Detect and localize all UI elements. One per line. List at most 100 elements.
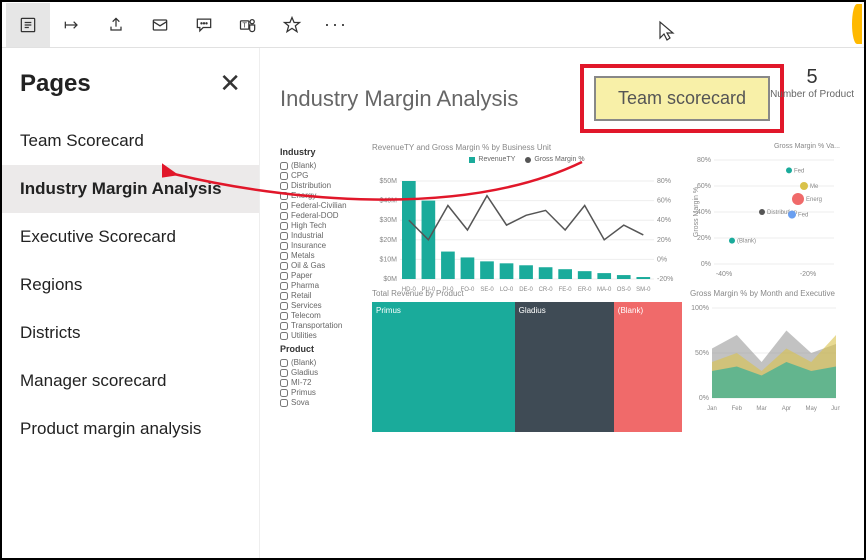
svg-text:-20%: -20% xyxy=(657,276,673,283)
page-item-regions[interactable]: Regions xyxy=(2,261,259,309)
svg-text:80%: 80% xyxy=(697,157,711,164)
filter-checkbox[interactable]: Paper xyxy=(280,271,364,280)
filter-group-industry-title: Industry xyxy=(280,147,364,157)
page-item-executive-scorecard[interactable]: Executive Scorecard xyxy=(2,213,259,261)
kpi-value: 5 xyxy=(770,66,854,89)
svg-text:SM-0: SM-0 xyxy=(636,287,651,293)
svg-text:HD-0: HD-0 xyxy=(402,287,417,293)
team-scorecard-button[interactable]: Team scorecard xyxy=(594,76,770,121)
filter-checkbox[interactable]: Gladius xyxy=(280,368,364,377)
more-options-button[interactable]: ··· xyxy=(314,14,358,35)
pages-pane-button[interactable] xyxy=(6,3,50,47)
svg-text:0%: 0% xyxy=(701,261,711,268)
page-item-manager-scorecard[interactable]: Manager scorecard xyxy=(2,357,259,405)
filter-checkbox[interactable]: High Tech xyxy=(280,221,364,230)
svg-text:Fed: Fed xyxy=(794,168,804,174)
svg-text:40%: 40% xyxy=(657,217,671,224)
filter-group-product-title: Product xyxy=(280,344,364,354)
svg-text:LO-0: LO-0 xyxy=(500,287,514,293)
filter-checkbox[interactable]: Industrial xyxy=(280,231,364,240)
filter-checkbox[interactable]: Insurance xyxy=(280,241,364,250)
svg-text:$30M: $30M xyxy=(379,217,397,224)
svg-text:$0M: $0M xyxy=(383,276,397,283)
svg-text:PU-0: PU-0 xyxy=(422,287,436,293)
svg-text:60%: 60% xyxy=(657,198,671,205)
filter-checkbox[interactable]: Oil & Gas xyxy=(280,261,364,270)
svg-text:Gross Margin %: Gross Margin % xyxy=(693,187,700,237)
filter-checkbox[interactable]: Services xyxy=(280,301,364,310)
svg-text:CR-0: CR-0 xyxy=(539,287,554,293)
svg-text:80%: 80% xyxy=(657,178,671,185)
cursor-icon xyxy=(658,20,676,47)
svg-text:SE-0: SE-0 xyxy=(480,287,494,293)
area-chart-title: Gross Margin % by Month and Executive xyxy=(690,289,840,298)
report-canvas: Industry Margin Analysis Team scorecard … xyxy=(260,48,864,558)
page-item-industry-margin-analysis[interactable]: Industry Margin Analysis xyxy=(2,165,259,213)
svg-text:Me: Me xyxy=(810,184,819,190)
filter-checkbox[interactable]: Retail xyxy=(280,291,364,300)
page-item-districts[interactable]: Districts xyxy=(2,309,259,357)
export-button[interactable] xyxy=(50,3,94,47)
scatter-chart[interactable]: Gross Margin % Va... 0%20%40%60%80%Gross… xyxy=(690,143,840,283)
close-icon[interactable]: ✕ xyxy=(219,68,241,99)
svg-text:-20%: -20% xyxy=(800,271,816,278)
treemap-cell[interactable]: (Blank) xyxy=(614,302,682,432)
combo-chart[interactable]: RevenueTY and Gross Margin % by Business… xyxy=(372,143,682,283)
filter-checkbox[interactable]: Pharma xyxy=(280,281,364,290)
svg-text:(Blank): (Blank) xyxy=(737,239,756,245)
filter-checkbox[interactable]: Federal-Civilian xyxy=(280,201,364,210)
combo-chart-title: RevenueTY and Gross Margin % by Business… xyxy=(372,143,682,152)
svg-text:Jan: Jan xyxy=(707,406,717,412)
teams-button[interactable]: T xyxy=(226,3,270,47)
kpi-label: Number of Product xyxy=(770,89,854,100)
svg-text:Fed: Fed xyxy=(798,213,808,219)
svg-text:50%: 50% xyxy=(695,350,709,357)
svg-text:100%: 100% xyxy=(691,305,709,312)
treemap-chart[interactable]: Total Revenue by Product PrimusGladius(B… xyxy=(372,289,682,432)
svg-text:ER-0: ER-0 xyxy=(578,287,592,293)
svg-text:T: T xyxy=(242,20,247,29)
avatar-edge xyxy=(852,4,862,44)
svg-text:FO-0: FO-0 xyxy=(461,287,475,293)
page-item-team-scorecard[interactable]: Team Scorecard xyxy=(2,117,259,165)
comment-button[interactable] xyxy=(182,3,226,47)
filter-checkbox[interactable]: Energy xyxy=(280,191,364,200)
annotation-highlight: Team scorecard xyxy=(580,64,784,133)
filter-checkbox[interactable]: (Blank) xyxy=(280,161,364,170)
subscribe-button[interactable] xyxy=(138,3,182,47)
filter-checkbox[interactable]: Sova xyxy=(280,398,364,407)
svg-text:0%: 0% xyxy=(699,395,709,402)
filter-checkbox[interactable]: Metals xyxy=(280,251,364,260)
svg-text:OS-0: OS-0 xyxy=(617,287,632,293)
filter-checkbox[interactable]: Distribution xyxy=(280,181,364,190)
svg-text:$10M: $10M xyxy=(379,256,397,263)
svg-text:Mar: Mar xyxy=(756,406,766,412)
filter-checkbox[interactable]: (Blank) xyxy=(280,358,364,367)
svg-text:$40M: $40M xyxy=(379,198,397,205)
svg-text:Jun: Jun xyxy=(831,406,840,412)
treemap-cell[interactable]: Primus xyxy=(372,302,515,432)
svg-text:FE-0: FE-0 xyxy=(559,287,573,293)
filter-checkbox[interactable]: CPG xyxy=(280,171,364,180)
favorite-button[interactable] xyxy=(270,3,314,47)
svg-text:Feb: Feb xyxy=(732,406,743,412)
share-button[interactable] xyxy=(94,3,138,47)
treemap-cell[interactable]: Gladius xyxy=(515,302,614,432)
filter-checkbox[interactable]: Utilities xyxy=(280,331,364,340)
filter-checkbox[interactable]: Transportation xyxy=(280,321,364,330)
toolbar: T ··· xyxy=(2,2,864,48)
filter-checkbox[interactable]: Telecom xyxy=(280,311,364,320)
area-chart[interactable]: Gross Margin % by Month and Executive 0%… xyxy=(690,289,840,419)
page-item-product-margin-analysis[interactable]: Product margin analysis xyxy=(2,405,259,453)
svg-text:Apr: Apr xyxy=(782,406,791,412)
svg-text:May: May xyxy=(806,406,817,412)
svg-text:20%: 20% xyxy=(657,237,671,244)
filter-checkbox[interactable]: Federal-DOD xyxy=(280,211,364,220)
filter-checkbox[interactable]: Primus xyxy=(280,388,364,397)
svg-text:-40%: -40% xyxy=(716,271,732,278)
filter-checkbox[interactable]: MI-72 xyxy=(280,378,364,387)
report-title: Industry Margin Analysis xyxy=(280,86,560,112)
svg-text:$20M: $20M xyxy=(379,237,397,244)
svg-text:MA-0: MA-0 xyxy=(597,287,612,293)
kpi-card: 5 Number of Product xyxy=(770,66,854,100)
